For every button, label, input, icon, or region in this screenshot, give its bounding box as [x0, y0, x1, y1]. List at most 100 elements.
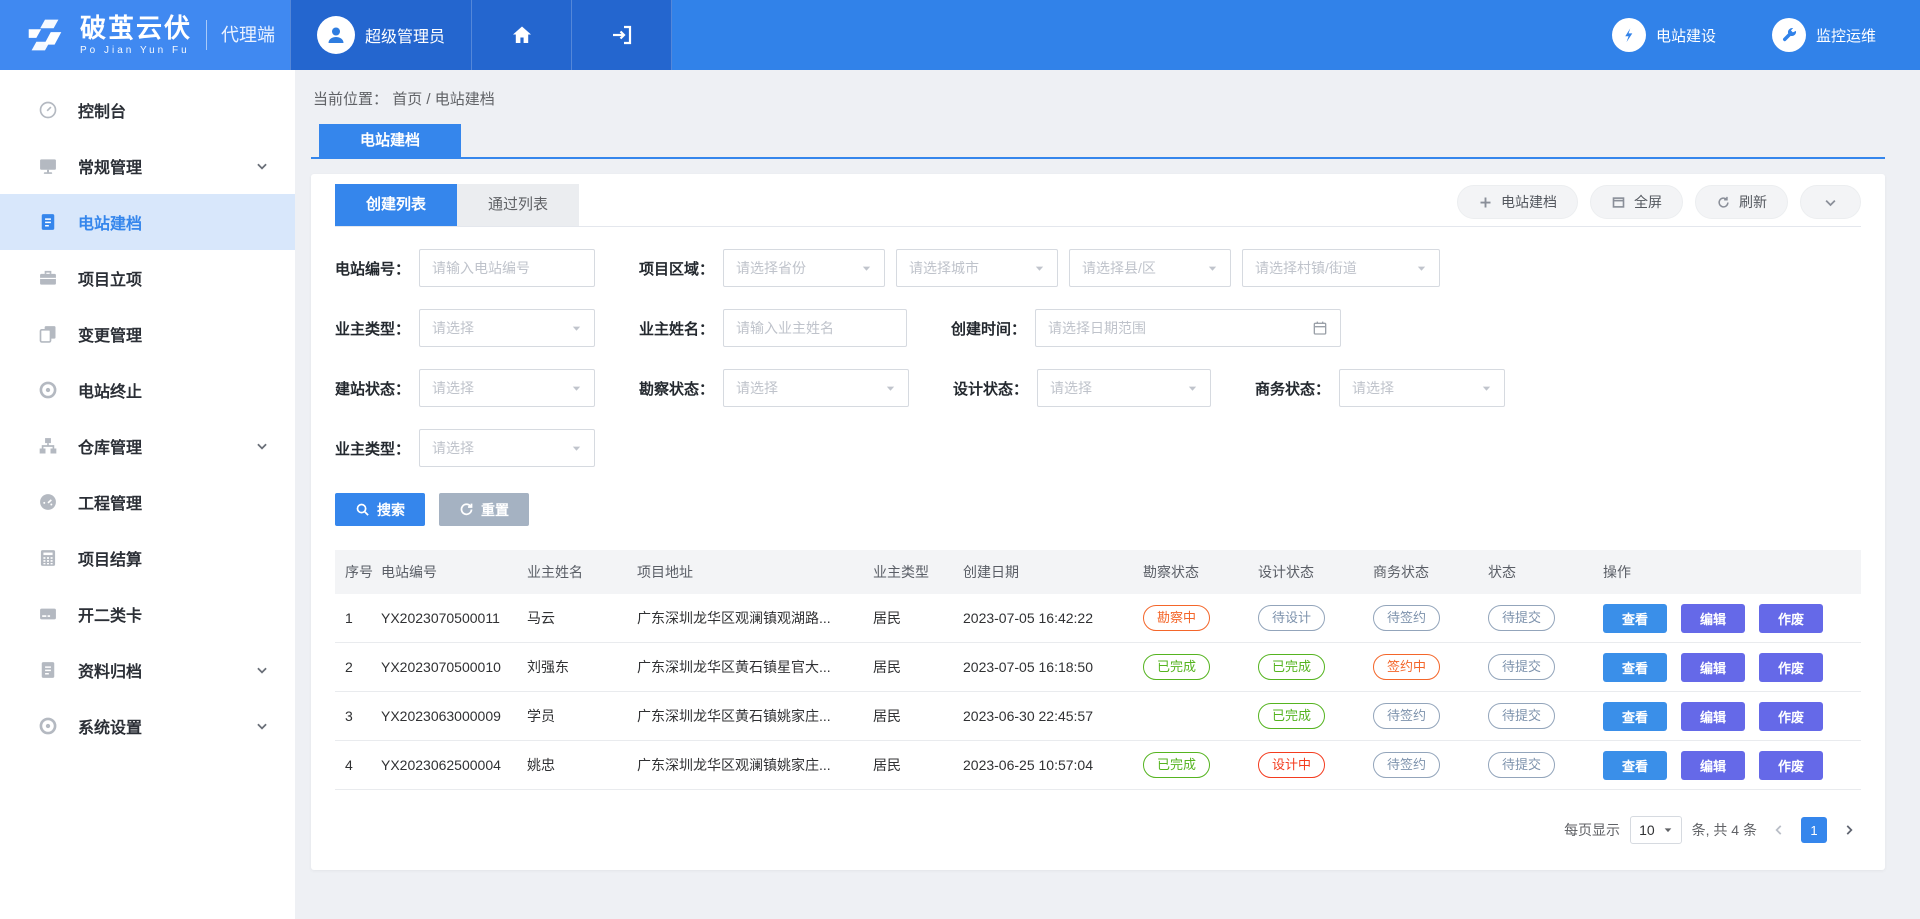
user-icon	[324, 23, 348, 47]
view-button[interactable]: 查看	[1603, 702, 1667, 731]
sidebar-item-label: 变更管理	[78, 322, 142, 346]
module-monitor-ops[interactable]: 监控运维	[1772, 18, 1876, 52]
sidebar-item-project-initiation[interactable]: 项目立项	[0, 250, 295, 306]
sidebar-item-station-termination[interactable]: 电站终止	[0, 362, 295, 418]
breadcrumb: 当前位置： 首页 / 电站建档	[295, 70, 1920, 109]
view-button[interactable]: 查看	[1603, 751, 1667, 780]
edit-button[interactable]: 编辑	[1681, 751, 1745, 780]
page-size-select[interactable]: 10	[1630, 816, 1682, 844]
sidebar-item-system-settings[interactable]: 系统设置	[0, 698, 295, 754]
sidebar-item-general-mgmt[interactable]: 常规管理	[0, 138, 295, 194]
table-row: 4 YX2023062500004 姚忠 广东深圳龙华区观澜镇姚家庄... 居民…	[335, 741, 1861, 790]
town-select[interactable]: 请选择村镇/街道	[1242, 249, 1440, 287]
business-status-select[interactable]: 请选择	[1339, 369, 1505, 407]
plus-icon	[1478, 195, 1493, 210]
page-tabstrip: 电站建档	[311, 124, 1885, 159]
collapse-panel-button[interactable]	[1800, 185, 1861, 219]
table-row: 1 YX2023070500011 马云 广东深圳龙华区观澜镇观湖路... 居民…	[335, 594, 1861, 643]
caret-down-icon	[571, 443, 582, 454]
business-status-badge: 待签约	[1373, 752, 1440, 778]
sidebar: 控制台 常规管理 电站建档 项目立项 变更管理 电站终止 仓库管理	[0, 70, 295, 919]
col-design-status: 设计状态	[1258, 562, 1373, 582]
sidebar-item-station-archive[interactable]: 电站建档	[0, 194, 295, 250]
module-label: 监控运维	[1816, 25, 1876, 46]
table-row: 2 YX2023070500010 刘强东 广东深圳龙华区黄石镇星官大... 居…	[335, 643, 1861, 692]
edit-button[interactable]: 编辑	[1681, 653, 1745, 682]
col-seq: 序号	[335, 562, 381, 582]
void-button[interactable]: 作废	[1759, 751, 1823, 780]
filter-design-status: 设计状态： 请选择	[953, 369, 1211, 407]
lightning-icon	[1619, 25, 1639, 45]
sidebar-item-warehouse-mgmt[interactable]: 仓库管理	[0, 418, 295, 474]
caret-down-icon	[1034, 263, 1045, 274]
filter-station-no: 电站编号：	[335, 249, 595, 287]
dashboard-icon	[38, 100, 58, 120]
refresh-button[interactable]: 刷新	[1695, 185, 1788, 219]
prev-page-button[interactable]	[1767, 818, 1791, 842]
chevron-down-icon	[1823, 195, 1838, 210]
sidebar-item-console[interactable]: 控制台	[0, 82, 295, 138]
tab-create-list[interactable]: 创建列表	[335, 184, 457, 226]
survey-status-select[interactable]: 请选择	[723, 369, 909, 407]
sidebar-item-label: 系统设置	[78, 714, 142, 738]
search-button[interactable]: 搜索	[335, 493, 425, 526]
create-station-button[interactable]: 电站建档	[1457, 185, 1578, 219]
caret-down-icon	[1207, 263, 1218, 274]
date-range-picker[interactable]	[1035, 309, 1341, 347]
date-range-input[interactable]	[1048, 320, 1312, 336]
owner-type-select-2[interactable]: 请选择	[419, 429, 595, 467]
page-1-button[interactable]: 1	[1801, 817, 1827, 843]
logout-icon	[610, 23, 634, 47]
province-select[interactable]: 请选择省份	[723, 249, 885, 287]
reset-button[interactable]: 重置	[439, 493, 529, 526]
survey-status-badge: 已完成	[1143, 752, 1210, 778]
user-menu[interactable]: 超级管理员	[290, 0, 472, 70]
owner-type-select[interactable]: 请选择	[419, 309, 595, 347]
next-page-button[interactable]	[1837, 818, 1861, 842]
portal-label: 代理端	[206, 20, 275, 50]
status-badge: 待提交	[1488, 703, 1555, 729]
pagination: 每页显示 10 条, 共 4 条 1	[335, 816, 1861, 844]
header-user-segment: 超级管理员	[290, 0, 672, 70]
survey-status-badge: 勘察中	[1143, 605, 1210, 631]
void-button[interactable]: 作废	[1759, 604, 1823, 633]
view-button[interactable]: 查看	[1603, 653, 1667, 682]
sitemap-icon	[38, 436, 58, 456]
void-button[interactable]: 作废	[1759, 702, 1823, 731]
county-select[interactable]: 请选择县/区	[1069, 249, 1231, 287]
station-no-input[interactable]	[432, 260, 582, 276]
edit-button[interactable]: 编辑	[1681, 604, 1745, 633]
fullscreen-button[interactable]: 全屏	[1590, 185, 1683, 219]
void-button[interactable]: 作废	[1759, 653, 1823, 682]
view-button[interactable]: 查看	[1603, 604, 1667, 633]
page-tab-station-archive[interactable]: 电站建档	[319, 124, 461, 157]
module-station-build[interactable]: 电站建设	[1612, 18, 1716, 52]
filter-label: 商务状态：	[1255, 378, 1339, 399]
edit-button[interactable]: 编辑	[1681, 702, 1745, 731]
logout-button[interactable]	[572, 0, 672, 70]
city-select[interactable]: 请选择城市	[896, 249, 1058, 287]
sidebar-item-data-archive[interactable]: 资料归档	[0, 642, 295, 698]
build-status-select[interactable]: 请选择	[419, 369, 595, 407]
design-status-select[interactable]: 请选择	[1037, 369, 1211, 407]
design-status-badge: 设计中	[1258, 752, 1325, 778]
briefcase-icon	[38, 268, 58, 288]
main-content: 当前位置： 首页 / 电站建档 电站建档 创建列表 通过列表 电站建档 全屏	[295, 70, 1920, 919]
design-status-badge: 已完成	[1258, 654, 1325, 680]
sidebar-item-change-mgmt[interactable]: 变更管理	[0, 306, 295, 362]
chevron-down-icon	[255, 663, 269, 677]
chevron-down-icon	[255, 439, 269, 453]
breadcrumb-path[interactable]: 首页 / 电站建档	[392, 91, 495, 108]
col-station-code: 电站编号	[381, 562, 527, 582]
calendar-icon	[1312, 320, 1328, 336]
filter-create-time: 创建时间：	[951, 309, 1341, 347]
sidebar-item-project-settlement[interactable]: 项目结算	[0, 530, 295, 586]
home-button[interactable]	[472, 0, 572, 70]
owner-name-input[interactable]	[736, 320, 894, 336]
tab-passed-list[interactable]: 通过列表	[457, 184, 579, 226]
caret-down-icon	[1187, 383, 1198, 394]
gauge-icon	[38, 492, 58, 512]
sidebar-item-engineering-mgmt[interactable]: 工程管理	[0, 474, 295, 530]
col-owner-type: 业主类型	[873, 562, 963, 582]
sidebar-item-type2-card[interactable]: 开二类卡	[0, 586, 295, 642]
